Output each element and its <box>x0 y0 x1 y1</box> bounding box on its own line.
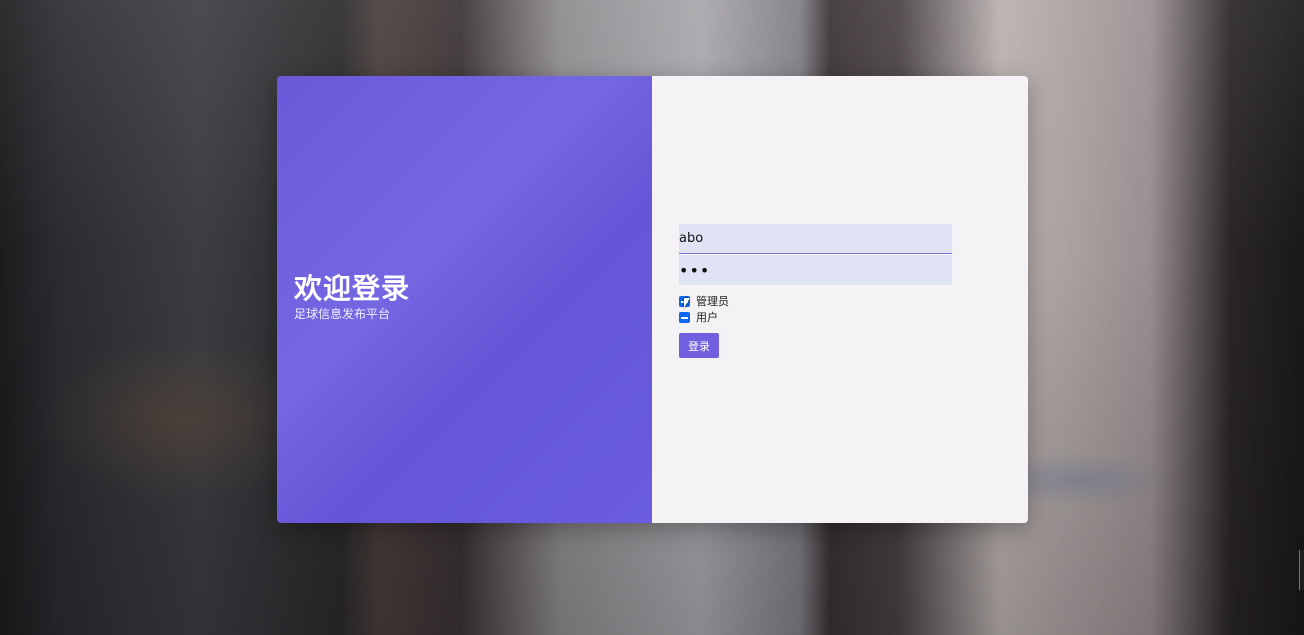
role-user-label: 用户 <box>696 311 718 324</box>
role-admin-label: 管理员 <box>696 295 729 308</box>
login-button[interactable]: 登录 <box>679 333 719 358</box>
checkbox-checked-icon[interactable] <box>679 311 690 323</box>
welcome-panel: 欢迎登录 足球信息发布平台 <box>277 76 652 523</box>
welcome-subtitle: 足球信息发布平台 <box>294 307 391 321</box>
login-card: 欢迎登录 足球信息发布平台 管理员 用户 登录 <box>277 76 1028 523</box>
edge-widget <box>1299 550 1304 590</box>
mouse-pointer-icon <box>684 298 690 308</box>
username-input[interactable] <box>679 224 952 254</box>
role-option-user[interactable]: 用户 <box>679 310 718 324</box>
password-input[interactable] <box>679 255 952 285</box>
login-form: 管理员 用户 登录 <box>652 76 1028 523</box>
welcome-title: 欢迎登录 <box>294 272 411 305</box>
